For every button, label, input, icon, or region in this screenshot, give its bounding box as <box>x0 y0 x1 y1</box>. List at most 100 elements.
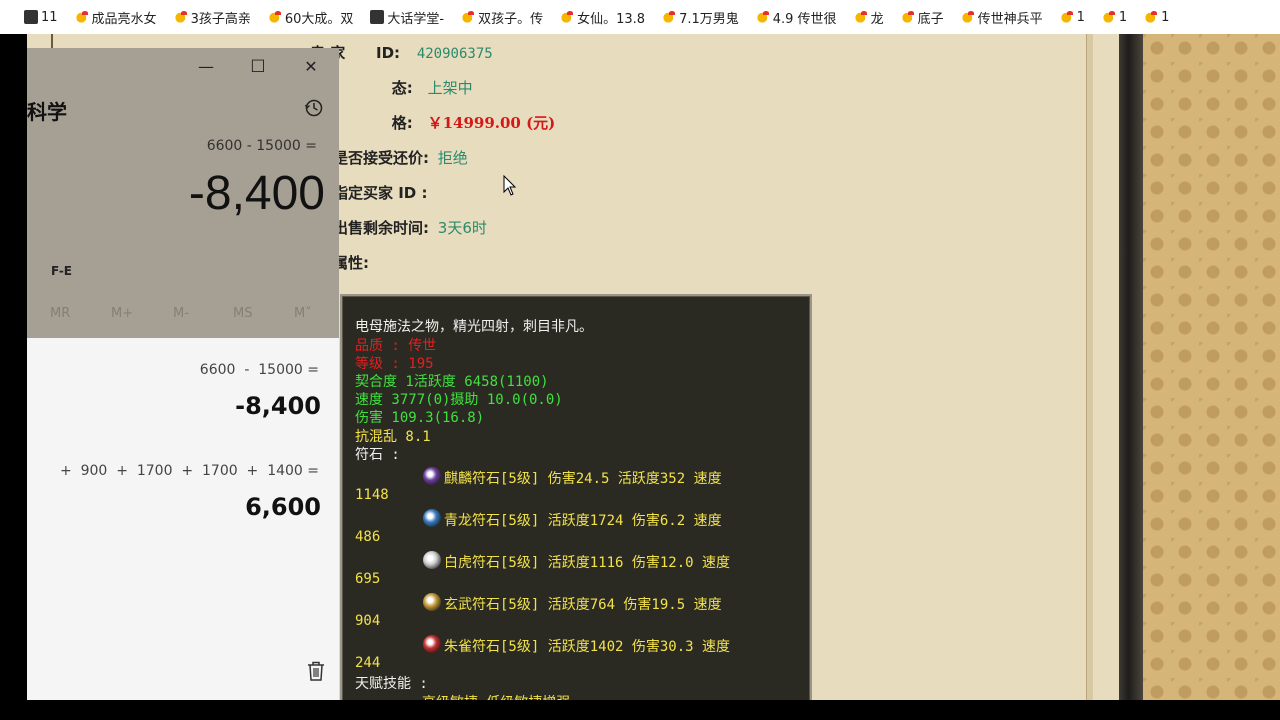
item-damage-stat: 伤害 109.3(16.8) <box>355 410 485 426</box>
talent-skills-line: 高级敏捷 低级敏捷增强 <box>422 692 570 700</box>
item-level: 等级 : 195 <box>355 356 434 372</box>
bookmark-label: 传世神兵平 <box>977 11 1043 27</box>
chick-icon <box>560 10 575 24</box>
history-expression[interactable]: 6600 - 15000 = <box>200 362 319 378</box>
rune-stone-name: 麒麟符石[5级] 伤害24.5 活跃度352 速度 <box>444 471 722 487</box>
rune-stone-speed-value: 244 <box>355 655 381 671</box>
rune-stones-label: 符石 : <box>355 447 400 463</box>
memory-store-button[interactable]: MS <box>233 306 252 321</box>
bookmark-label: 大话学堂- <box>387 11 445 27</box>
id-label: ID: <box>376 44 401 62</box>
page-scroll-frame <box>1119 34 1143 700</box>
price-value: ￥14999.00 (元) <box>427 114 556 132</box>
maximize-button[interactable]: ☐ <box>243 57 273 77</box>
bookmark-item[interactable]: 7.1万男鬼 <box>662 8 739 27</box>
memory-recall-button[interactable]: MR <box>50 306 70 321</box>
rune-stone-icon <box>423 509 441 527</box>
bookmark-label: 1 <box>1161 9 1170 25</box>
rune-stone-speed-value: 695 <box>355 571 381 587</box>
chick-icon <box>960 10 975 24</box>
bargain-label: 是否接受还价: <box>333 149 429 167</box>
chick-icon <box>900 10 915 24</box>
designated-buyer-label: 指定买家 ID : <box>333 184 428 202</box>
bookmark-label: 女仙。13.8 <box>577 11 646 27</box>
rune-stone-name: 青龙符石[5级] 活跃度1724 伤害6.2 速度 <box>444 513 722 529</box>
bookmark-item[interactable]: 大话学堂- <box>370 8 444 27</box>
bookmark-item[interactable]: 1 <box>1101 10 1127 25</box>
bargain-row: 是否接受还价: 拒绝 <box>333 147 468 168</box>
chick-icon <box>1144 10 1159 24</box>
bookmark-item[interactable]: 底子 <box>900 8 944 27</box>
bookmark-item[interactable]: 1 <box>1059 9 1085 25</box>
calculator-mode-title: 科学 <box>27 100 67 124</box>
chick-icon <box>1101 10 1116 24</box>
minimize-button[interactable]: — <box>191 57 221 76</box>
remaining-time-value: 3天6时 <box>437 219 487 237</box>
item-description: 电母施法之物，精光四射，刺目非凡。 <box>355 319 593 335</box>
bookmark-item[interactable]: 4.9 传世很 <box>755 8 837 27</box>
rune-stone-speed-value: 486 <box>355 529 381 545</box>
bargain-value: 拒绝 <box>437 149 468 167</box>
bookmark-label: 成品亮水女 <box>91 11 157 27</box>
calculator-window: — ☐ ✕ 科学 6600 - 15000 = -8,400 F-E MR M+… <box>27 48 339 700</box>
bookmark-item[interactable]: 龙 <box>853 8 884 27</box>
fe-button[interactable]: F-E <box>51 264 72 278</box>
item-speed-stat: 速度 3777(0)摄助 10.0(0.0) <box>355 392 563 408</box>
dark-app-icon <box>370 10 385 24</box>
rune-stone-name: 玄武符石[5级] 活跃度764 伤害19.5 速度 <box>444 597 722 613</box>
rune-stone-speed-value: 904 <box>355 613 381 629</box>
status-value: 上架中 <box>427 79 473 97</box>
bookmark-label: 龙 <box>870 11 884 27</box>
item-tooltip-panel: 电母施法之物，精光四射，刺目非凡。 品质 : 传世 等级 : 195 契合度 1… <box>340 294 812 700</box>
history-expression[interactable]: + 900 + 1700 + 1700 + 1400 = <box>60 463 319 479</box>
chick-icon <box>1059 10 1074 24</box>
rune-stone-icon <box>423 551 441 569</box>
chick-icon <box>74 10 89 24</box>
bookmark-item[interactable]: 女仙。13.8 <box>560 8 645 27</box>
bookmark-item[interactable]: 1 <box>1144 10 1169 25</box>
bookmark-label: 1 <box>1076 9 1085 25</box>
history-result[interactable]: 6,600 <box>245 493 321 521</box>
rune-stone-speed-value: 1148 <box>355 487 389 503</box>
decorative-side-pattern <box>1143 34 1280 700</box>
history-result[interactable]: -8,400 <box>235 392 321 420</box>
item-resist-stat: 抗混乱 8.1 <box>355 429 431 445</box>
rune-stone-name: 朱雀符石[5级] 活跃度1402 伤害30.3 速度 <box>444 639 731 655</box>
rune-stone-icon <box>423 467 441 485</box>
rune-stone-name: 白虎符石[5级] 活跃度1116 伤害12.0 速度 <box>444 555 731 571</box>
bookmark-item[interactable]: 成品亮水女 <box>74 8 157 27</box>
dark-app-icon <box>24 10 38 24</box>
calculator-result: -8,400 <box>188 167 325 220</box>
memory-list-button[interactable]: M˅ <box>294 306 312 321</box>
item-fit-stat: 契合度 1活跃度 6458(1100) <box>355 374 549 390</box>
price-label-2: 格: <box>391 114 413 132</box>
delete-history-icon[interactable] <box>306 660 326 682</box>
chick-icon <box>755 10 770 24</box>
memory-add-button[interactable]: M+ <box>111 306 133 321</box>
rune-stone-icon <box>423 635 441 653</box>
close-button[interactable]: ✕ <box>296 57 326 76</box>
bookmark-item[interactable]: 双孩子。传 <box>461 8 543 27</box>
bookmark-label: 底子 <box>917 11 944 27</box>
item-quality: 品质 : 传世 <box>355 338 437 354</box>
rune-stone-icon <box>423 593 441 611</box>
content-right-border <box>1086 34 1093 700</box>
calculator-expression: 6600 - 15000 = <box>206 138 317 154</box>
bookmarks-bar: 11 成品亮水女 3孩子高亲 60大成。双 大话学堂- 双孩子。传 女仙。13.8 7.1万男… <box>0 0 1280 34</box>
memory-subtract-button[interactable]: M- <box>173 306 189 321</box>
history-icon[interactable] <box>304 98 324 118</box>
bookmark-item[interactable]: 传世神兵平 <box>960 8 1043 27</box>
bookmark-item[interactable]: 60大成。双 <box>267 8 354 27</box>
remaining-time-row: 出售剩余时间: 3天6时 <box>333 217 487 238</box>
chick-icon <box>662 10 677 24</box>
bookmark-item[interactable]: 11 <box>24 10 58 25</box>
chick-icon <box>267 10 282 24</box>
chick-icon <box>853 10 868 24</box>
chick-icon <box>461 10 476 24</box>
left-edge <box>0 34 27 700</box>
bookmark-label: 60大成。双 <box>284 11 354 27</box>
seller-id: 420906375 <box>416 46 493 62</box>
bookmark-item[interactable]: 3孩子高亲 <box>173 8 251 27</box>
chick-icon <box>173 10 188 24</box>
bookmark-label: 4.9 传世很 <box>772 11 837 27</box>
